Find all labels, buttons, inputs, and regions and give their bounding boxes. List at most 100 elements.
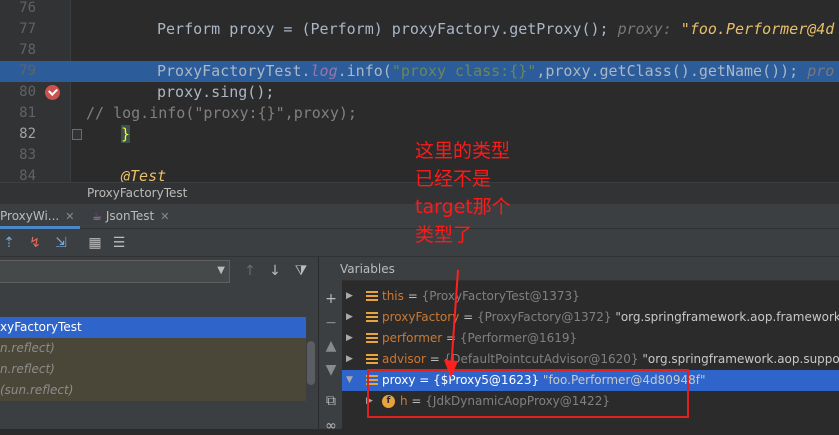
scroll-thumb[interactable] xyxy=(307,341,315,385)
variable-text: this = {ProxyFactoryTest@1373} xyxy=(382,286,580,307)
code-line[interactable]: 77 Perform proxy = (Perform) proxyFactory… xyxy=(0,19,839,40)
close-icon[interactable]: ✕ xyxy=(65,210,74,223)
line-number[interactable]: 81 xyxy=(0,103,36,124)
evaluate-expression-icon[interactable]: ▦ xyxy=(86,234,104,252)
expanded-arrow-icon[interactable]: ▼ xyxy=(346,370,353,391)
variable-row[interactable]: ▶ performer = {Performer@1619} xyxy=(342,328,839,349)
stack-frame[interactable]: n.reflect) xyxy=(0,338,306,359)
tab-label: JsonTest xyxy=(106,209,154,223)
stack-frame[interactable]: n.reflect) xyxy=(0,359,306,380)
equals-sign: = xyxy=(404,289,422,303)
code-text: } xyxy=(121,124,130,145)
stack-frame[interactable]: (sun.reflect) xyxy=(0,380,306,401)
line-number[interactable]: 83 xyxy=(0,145,36,166)
frames-scrollbar[interactable] xyxy=(306,313,316,429)
move-up-icon[interactable]: ▲ xyxy=(322,337,340,355)
line-number[interactable]: 80 xyxy=(0,82,36,103)
tab-json-test[interactable]: ☕ JsonTest ✕ xyxy=(92,204,169,229)
equals-sign: = xyxy=(459,310,477,324)
variable-name: performer xyxy=(382,331,442,345)
breadcrumb-class[interactable]: ProxyFactoryTest xyxy=(87,186,187,200)
code-token: "foo.Performer@4d xyxy=(681,20,835,38)
stack-frame[interactable]: xyFactoryTest xyxy=(0,317,306,338)
stack-frame-label: n.reflect) xyxy=(0,362,55,376)
line-number[interactable]: 82 xyxy=(0,124,36,145)
code-text: @Test xyxy=(121,166,166,182)
frames-header: ▼ ↑ ↓ ⧩ xyxy=(0,257,318,287)
filter-icon[interactable]: ⧩ xyxy=(292,262,310,280)
code-line[interactable]: 78 xyxy=(0,40,839,61)
variable-row[interactable]: ▶ proxyFactory = {ProxyFactory@1372} "org… xyxy=(342,307,839,328)
code-line[interactable]: 76 xyxy=(0,0,839,19)
run-to-cursor-icon[interactable]: ⇲ xyxy=(52,234,70,252)
breakpoint-icon[interactable] xyxy=(45,85,60,100)
stack-frame-label: n.reflect) xyxy=(0,341,55,355)
variable-value: {ProxyFactoryTest@1373} xyxy=(422,289,580,303)
collapsed-arrow-icon[interactable]: ▶ xyxy=(346,307,353,328)
glasses-icon[interactable]: ∞ xyxy=(322,417,340,435)
move-down-icon[interactable]: ▼ xyxy=(322,361,340,379)
collapsed-arrow-icon[interactable]: ▶ xyxy=(346,349,353,370)
code-token: "proxy class:{}" xyxy=(392,62,537,80)
code-token: proxy.sing(); xyxy=(157,83,274,101)
code-line[interactable]: 80 proxy.sing(); xyxy=(0,82,839,103)
variable-icon xyxy=(366,333,378,344)
tab-proxy-test[interactable]: ProxyWi... ✕ xyxy=(0,204,80,229)
close-icon[interactable]: ✕ xyxy=(160,210,169,223)
code-token: Perform proxy = (Perform) proxyFactory.g… xyxy=(157,20,618,38)
equals-sign: = xyxy=(426,352,444,366)
line-number[interactable]: 76 xyxy=(0,0,36,19)
copy-icon[interactable]: ⧉ xyxy=(322,392,340,410)
code-token: proxy: xyxy=(618,20,681,38)
fold-icon[interactable] xyxy=(72,129,82,140)
annotation-text: 这里的类型 已经不是 target那个 类型了 xyxy=(415,137,511,249)
variable-icon xyxy=(366,354,378,365)
variable-value: {ProxyFactory@1372} xyxy=(477,310,612,324)
variable-name: advisor xyxy=(382,352,426,366)
arrow-up-icon[interactable]: ↑ xyxy=(241,262,259,280)
code-line[interactable]: 79 ProxyFactoryTest.log.info("proxy class… xyxy=(0,61,839,82)
variable-icon xyxy=(366,312,378,323)
highlight-box xyxy=(367,369,689,418)
variable-text: performer = {Performer@1619} xyxy=(382,328,577,349)
code-token: ProxyFactoryTest. xyxy=(157,62,311,80)
code-token: .info( xyxy=(338,62,392,80)
code-line[interactable]: 81 // log.info("proxy:{}",proxy); xyxy=(0,103,839,124)
collapsed-arrow-icon[interactable]: ▶ xyxy=(346,328,353,349)
collapsed-arrow-icon[interactable]: ▶ xyxy=(346,286,353,307)
remove-icon[interactable]: − xyxy=(322,314,340,332)
variable-icon xyxy=(366,291,378,302)
line-number[interactable]: 79 xyxy=(0,61,36,82)
line-number[interactable]: 84 xyxy=(0,166,36,182)
variable-text: advisor = {DefaultPointcutAdvisor@1620} … xyxy=(382,349,839,370)
thread-selector[interactable]: ▼ xyxy=(0,260,230,283)
code-token: log xyxy=(311,62,338,80)
line-number[interactable]: 77 xyxy=(0,19,36,40)
variables-toolbar: + − ▲ ▼ ⧉ ∞ xyxy=(318,257,342,429)
annotation-line-2: 已经不是 xyxy=(415,165,511,193)
code-token: ,proxy.getClass().getName()); xyxy=(536,62,807,80)
code-text: // log.info("proxy:{}",proxy); xyxy=(86,103,357,124)
annotation-line-1: 这里的类型 xyxy=(415,137,511,165)
variable-tostring: "org.springframework.aop.framework.Pro xyxy=(612,310,839,324)
line-number[interactable]: 78 xyxy=(0,40,36,61)
stack-frame-label: (sun.reflect) xyxy=(0,383,73,397)
add-watch-icon[interactable]: + xyxy=(322,290,340,308)
arrow-down-icon[interactable]: ↓ xyxy=(266,262,284,280)
code-token: // log.info("proxy:{}",proxy); xyxy=(86,104,357,122)
step-out-icon[interactable]: ⇡ xyxy=(0,234,18,252)
code-text: proxy.sing(); xyxy=(157,82,274,103)
variable-tostring: "org.springframework.aop.support.D xyxy=(639,352,839,366)
tab-label: ProxyWi... xyxy=(0,209,59,223)
drop-frame-icon[interactable]: ↯ xyxy=(26,234,44,252)
java-file-icon: ☕ xyxy=(92,210,102,223)
code-text: Perform proxy = (Perform) proxyFactory.g… xyxy=(157,19,834,40)
trace-icon[interactable]: ☰ xyxy=(110,234,128,252)
code-text: ProxyFactoryTest.log.info("proxy class:{… xyxy=(157,61,834,82)
chevron-down-icon: ▼ xyxy=(217,265,225,276)
code-token: pro xyxy=(807,62,834,80)
variable-name: proxyFactory xyxy=(382,310,459,324)
code-token: } xyxy=(121,125,130,143)
variable-row[interactable]: ▶ advisor = {DefaultPointcutAdvisor@1620}… xyxy=(342,349,839,370)
variable-row[interactable]: ▶ this = {ProxyFactoryTest@1373} xyxy=(342,286,839,307)
